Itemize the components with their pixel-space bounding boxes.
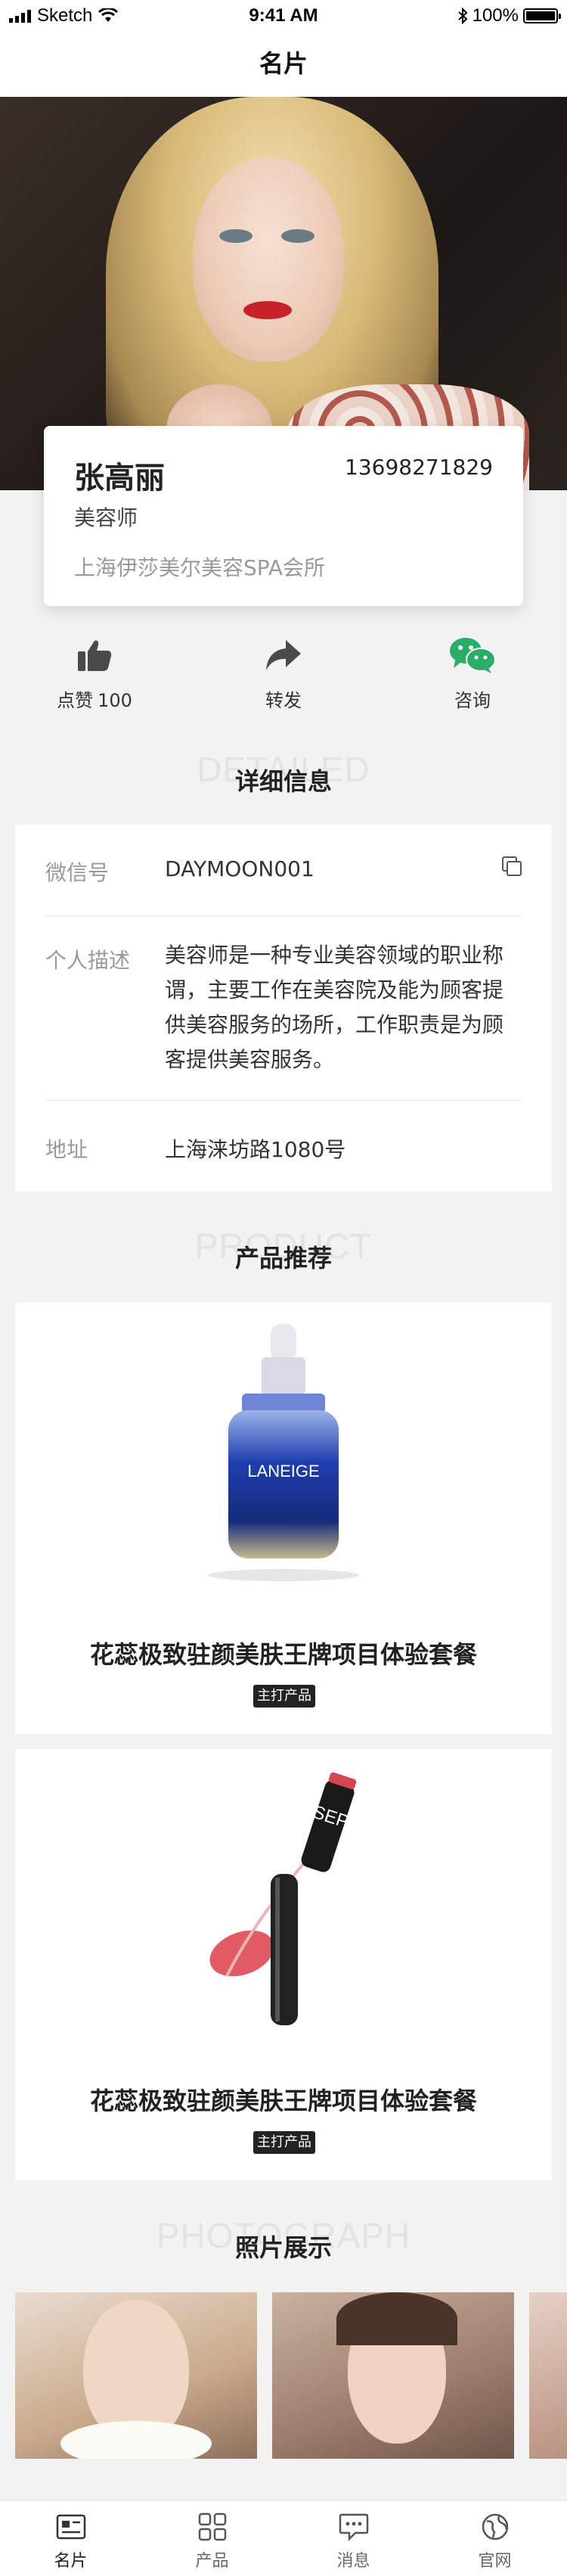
description-value: 美容师是一种专业美容领域的职业称 谓，主要工作在美容院及能为顾客提 供美容服务的… <box>165 943 504 1072</box>
consult-label: 咨询 <box>454 690 491 711</box>
business-card: 张高丽 13698271829 美容师 上海伊莎美尔美容SPA会所 <box>44 426 523 606</box>
gallery-photo[interactable] <box>15 2292 257 2459</box>
product-name: 花蕊极致驻颜美肤王牌项目体验套餐 <box>89 1640 477 1669</box>
card-icon <box>56 2514 85 2540</box>
bluetooth-icon <box>457 8 468 24</box>
bottom-tab-bar: 名片 产品 消息 官网 <box>0 2500 567 2576</box>
battery-icon <box>523 8 561 23</box>
product-image-lipgloss: SEP <box>15 1749 552 2052</box>
address-value: 上海涞坊路1080号 <box>165 1137 346 1162</box>
consult-button[interactable]: 咨询 <box>397 635 548 712</box>
like-label: 点赞 <box>57 690 94 711</box>
share-arrow-icon <box>266 640 301 670</box>
like-count: 100 <box>98 690 132 711</box>
description-label: 个人描述 <box>45 948 131 973</box>
copy-icon[interactable] <box>502 856 522 876</box>
details-card: 微信号 DAYMOON001 个人描述 美容师是一种专业美容领域的职业称 谓，主… <box>15 825 552 1192</box>
job-title: 美容师 <box>74 505 138 530</box>
bottle-brand: LANEIGE <box>247 1462 319 1481</box>
photo-gallery[interactable] <box>0 2292 567 2459</box>
tab-messages[interactable]: 消息 <box>283 2509 424 2571</box>
tab-products[interactable]: 产品 <box>141 2509 283 2571</box>
gallery-photo[interactable] <box>272 2292 514 2459</box>
tab-messages-label: 消息 <box>336 2552 370 2571</box>
action-row: 点赞 100 转发 咨询 <box>0 635 567 719</box>
globe-icon <box>482 2513 508 2540</box>
tab-website[interactable]: 官网 <box>424 2509 565 2571</box>
wechat-value: DAYMOON001 <box>165 856 314 881</box>
share-label: 转发 <box>265 690 302 711</box>
product-name: 花蕊极致驻颜美肤王牌项目体验套餐 <box>89 2087 477 2115</box>
divider <box>45 1100 522 1101</box>
photo-section-header: PHOTOGRAPH 照片展示 <box>0 2215 567 2276</box>
wechat-label: 微信号 <box>45 860 110 885</box>
gallery-photo[interactable] <box>529 2292 567 2459</box>
tab-card-label: 名片 <box>54 2552 88 2571</box>
wechat-icon <box>450 638 496 673</box>
product-image-serum: LANEIGE <box>15 1303 552 1605</box>
tab-website-label: 官网 <box>478 2552 512 2571</box>
divider <box>45 915 522 916</box>
details-section-header: DETAILED 详细信息 <box>0 749 567 809</box>
thumbs-up-icon <box>78 640 112 671</box>
grid-icon <box>198 2512 226 2541</box>
featured-badge: 主打产品 <box>253 1685 315 1707</box>
battery-label: 100% <box>472 5 519 26</box>
product-title: 产品推荐 <box>234 1244 332 1272</box>
details-title: 详细信息 <box>234 767 332 796</box>
message-icon <box>339 2513 368 2541</box>
product-card[interactable]: SEP 花蕊极致驻颜美肤王牌项目体验套餐 主打产品 <box>15 1749 552 2180</box>
product-section-header: PRODUCT 产品推荐 <box>0 1226 567 1286</box>
tab-products-label: 产品 <box>195 2552 229 2571</box>
page-title: 名片 <box>0 30 567 98</box>
person-name: 张高丽 <box>74 461 165 496</box>
status-bar: Sketch 9:41 AM 100% <box>0 0 567 30</box>
tab-card[interactable]: 名片 <box>0 2509 141 2571</box>
address-label: 地址 <box>45 1137 88 1162</box>
share-button[interactable]: 转发 <box>208 635 359 712</box>
company-name: 上海伊莎美尔美容SPA会所 <box>74 555 326 580</box>
phone-number[interactable]: 13698271829 <box>345 455 493 480</box>
featured-badge: 主打产品 <box>253 2131 315 2154</box>
photo-title: 照片展示 <box>234 2233 332 2262</box>
like-button[interactable]: 点赞 100 <box>19 635 170 712</box>
product-card[interactable]: LANEIGE 花蕊极致驻颜美肤王牌项目体验套餐 主打产品 <box>15 1303 552 1734</box>
